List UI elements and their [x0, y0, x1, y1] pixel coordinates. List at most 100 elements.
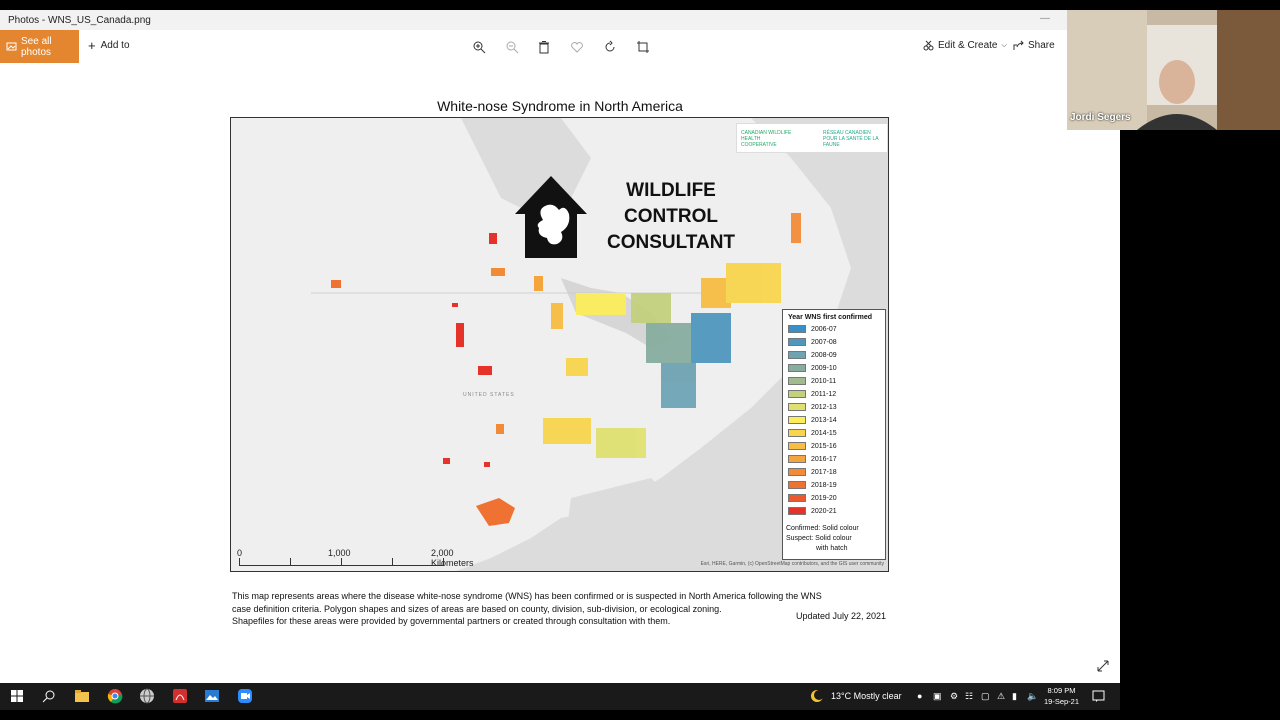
scale-tick	[392, 558, 393, 565]
bottom-black-strip	[0, 710, 1280, 720]
vpn-globe-icon[interactable]	[139, 688, 155, 704]
zoom-tray-icon[interactable]: ▣	[933, 691, 942, 702]
edit-scissors-icon	[923, 40, 934, 51]
legend-label: 2015-16	[811, 442, 837, 450]
window-title: Photos - WNS_US_Canada.png	[8, 15, 151, 26]
zoom-app-icon[interactable]	[237, 688, 253, 704]
legend-item: 2015-16	[788, 441, 837, 451]
scale-tick	[443, 558, 444, 565]
legend-label: 2008-09	[811, 351, 837, 359]
legend-label: 2019-20	[811, 494, 837, 502]
map-attribution: Esri, HERE, Garmin, (c) OpenStreetMap co…	[700, 561, 884, 567]
rotate-icon[interactable]	[603, 40, 617, 54]
legend-swatch	[788, 481, 806, 489]
title-bar: Photos - WNS_US_Canada.png —	[0, 10, 1120, 30]
map-legend: Year WNS first confirmed 2006-07 2007-08…	[782, 309, 886, 560]
legend-label: 2009-10	[811, 364, 837, 372]
chevron-down-icon: ⌵	[1001, 41, 1007, 49]
toolbar: See all photos + Add to Edit & Create ⌵	[0, 30, 1120, 63]
microphone-icon[interactable]: ●	[917, 691, 922, 701]
add-to-label: Add to	[100, 40, 130, 51]
legend-label: 2010-11	[811, 377, 837, 385]
legend-label: 2007-08	[811, 338, 837, 346]
cwhc-logo-left-text: CANADIAN WILDLIFE HEALTH COOPERATIVE	[741, 130, 792, 148]
plus-icon: +	[88, 37, 96, 53]
legend-swatch	[788, 364, 806, 372]
legend-label: 2018-19	[811, 481, 837, 489]
legend-label: 2006-07	[811, 325, 837, 333]
legend-swatch	[788, 377, 806, 385]
legend-swatch	[788, 429, 806, 437]
zoom-out-icon[interactable]	[505, 40, 519, 54]
region-texas	[476, 498, 515, 526]
legend-swatch	[788, 390, 806, 398]
photos-icon	[6, 42, 17, 51]
scale-bar: 0 1,000 2,000 Kilometers	[237, 548, 474, 568]
edit-and-create-button[interactable]: Edit & Create ⌵	[923, 40, 1007, 51]
legend-item: 2016-17	[788, 454, 837, 464]
favorite-heart-icon[interactable]	[570, 40, 584, 54]
weather-text[interactable]: 13°C Mostly clear	[831, 691, 902, 701]
legend-label: 2011-12	[811, 390, 837, 398]
minimize-icon[interactable]: —	[1040, 13, 1050, 24]
caption-line-3: Shapefiles for these areas were provided…	[232, 616, 671, 626]
settings-tray-icon[interactable]: ⚙	[950, 691, 958, 702]
legend-label: 2016-17	[811, 455, 837, 463]
legend-footnote-hatch: with hatch	[816, 545, 848, 552]
scale-tick	[290, 558, 291, 565]
battery-icon[interactable]: ▮	[1012, 691, 1017, 702]
delete-icon[interactable]	[537, 40, 551, 54]
legend-item: 2010-11	[788, 376, 836, 386]
region-dakota	[456, 323, 492, 375]
scale-label-zero: 0	[237, 548, 243, 558]
legend-label: 2017-18	[811, 468, 837, 476]
top-black-strip	[0, 0, 1280, 10]
security-tray-icon[interactable]: ▢	[981, 691, 990, 702]
legend-item: 2012-13	[788, 402, 837, 412]
legend-swatch	[788, 442, 806, 450]
legend-item: 2011-12	[788, 389, 836, 399]
notifications-icon[interactable]	[1092, 690, 1105, 703]
legend-swatch	[788, 403, 806, 411]
see-all-label: See all photos	[21, 35, 52, 58]
acrobat-icon[interactable]	[172, 688, 188, 704]
legend-label: 2014-15	[811, 429, 837, 437]
region-midwest	[543, 293, 646, 458]
search-icon[interactable]	[41, 688, 57, 704]
legend-item: 2020-21	[788, 506, 837, 516]
file-explorer-icon[interactable]	[74, 688, 90, 704]
scale-tick	[341, 558, 342, 565]
cwhc-logo: CANADIAN WILDLIFE HEALTH COOPERATIVE RÉS…	[736, 123, 888, 153]
legend-item: 2009-10	[788, 363, 837, 373]
share-icon	[1013, 40, 1024, 50]
windows-start-icon[interactable]	[9, 688, 25, 704]
legend-label: 2013-14	[811, 416, 837, 424]
region-misc-west	[443, 303, 504, 467]
legend-swatch	[788, 455, 806, 463]
scale-tick	[239, 558, 240, 565]
network-tray-icon[interactable]: ☷	[965, 691, 973, 702]
system-clock[interactable]: 8:09 PM 19-Sep-21	[1044, 685, 1079, 707]
weather-moon-icon[interactable]	[810, 689, 824, 703]
chrome-icon[interactable]	[107, 688, 123, 704]
add-to-button[interactable]: + Add to	[88, 37, 130, 53]
zoom-in-icon[interactable]	[472, 40, 486, 54]
legend-item: 2006-07	[788, 324, 837, 334]
map-title: White-nose Syndrome in North America	[437, 98, 683, 114]
share-button[interactable]: Share	[1013, 40, 1055, 51]
expand-fullscreen-icon[interactable]	[1097, 660, 1109, 672]
map-image: CANADIAN WILDLIFE HEALTH COOPERATIVE RÉS…	[230, 117, 889, 572]
legend-swatch	[788, 507, 806, 515]
volume-icon[interactable]: 🔈	[1027, 691, 1038, 702]
participant-name: Jordi Segers	[1070, 112, 1131, 123]
clock-date: 19-Sep-21	[1044, 697, 1080, 706]
legend-footnote-suspect: Suspect: Solid colour	[786, 535, 852, 542]
photos-app-icon[interactable]	[204, 688, 220, 704]
crop-icon[interactable]	[636, 40, 650, 54]
legend-label: 2012-13	[811, 403, 837, 411]
see-all-photos-button[interactable]: See all photos	[0, 30, 79, 63]
legend-footnote-confirmed: Confirmed: Solid colour	[786, 525, 859, 532]
legend-item: 2013-14	[788, 415, 837, 425]
legend-item: 2014-15	[788, 428, 837, 438]
warning-tray-icon[interactable]: ⚠	[997, 691, 1005, 702]
